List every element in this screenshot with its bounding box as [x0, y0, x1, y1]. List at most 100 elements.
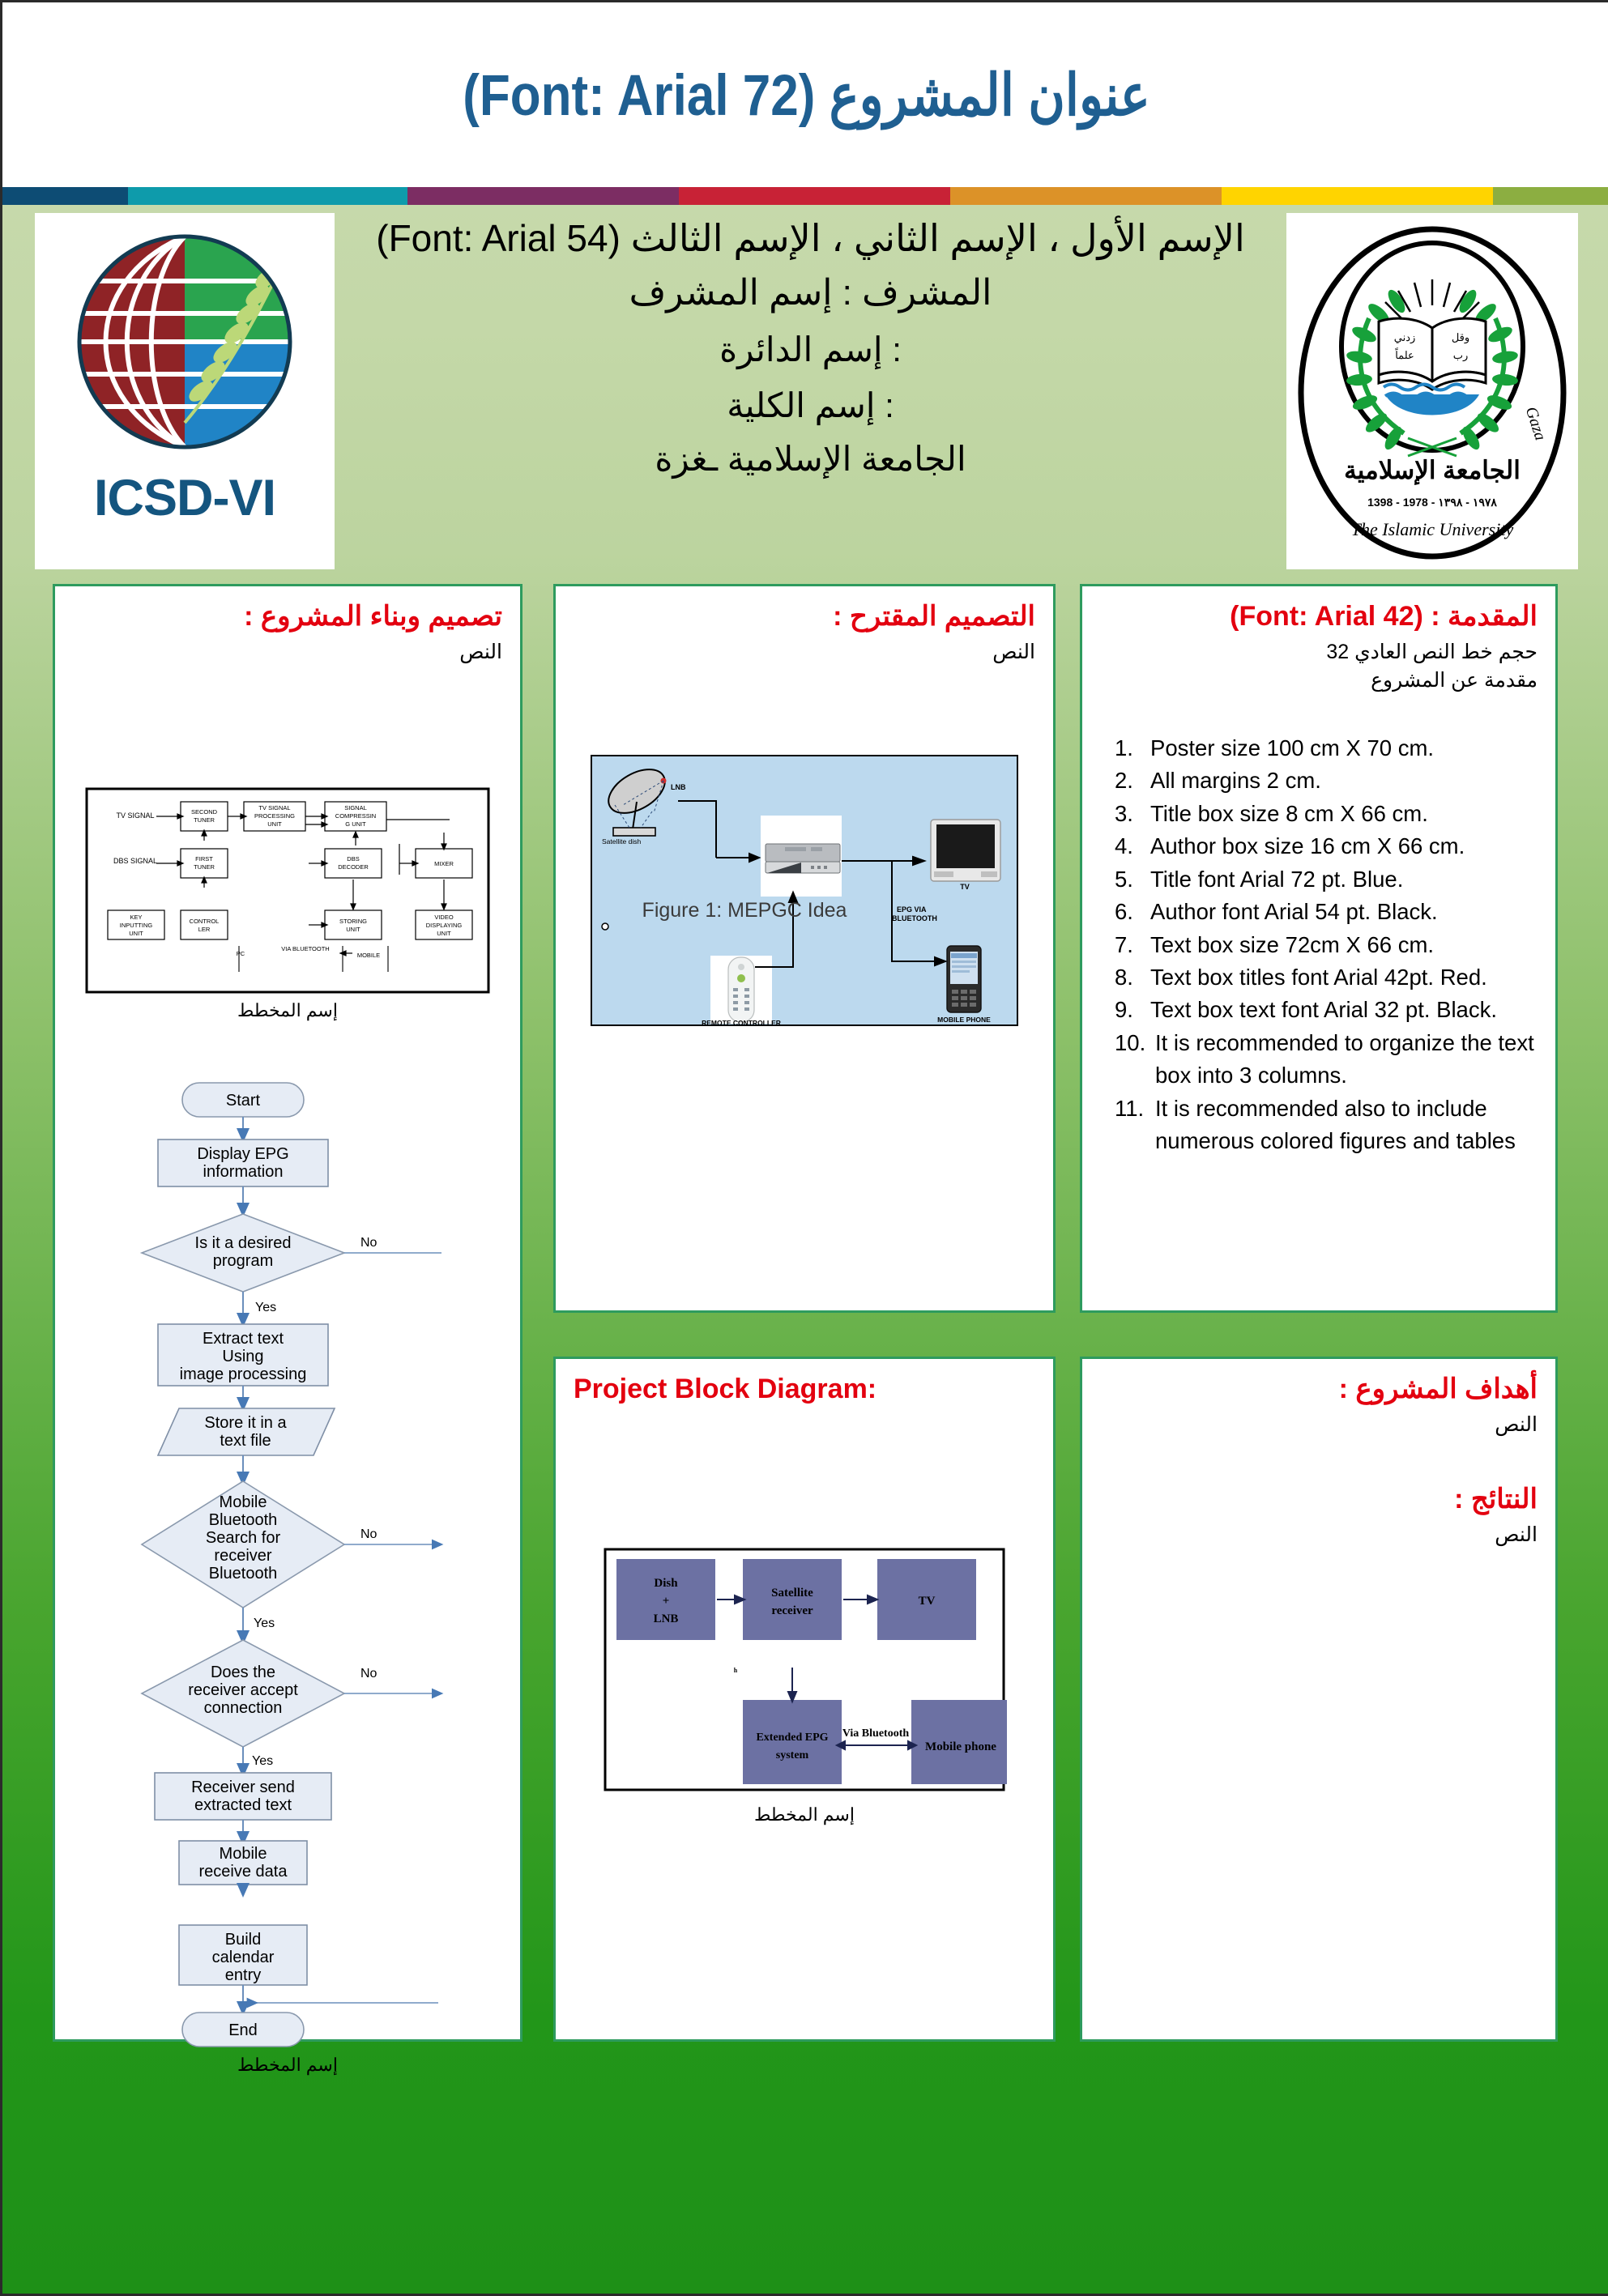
- pb-recv-2: receiver: [771, 1604, 813, 1617]
- spec-number: 3.: [1115, 800, 1133, 826]
- flowchart-caption: إسم المخطط: [237, 2055, 338, 2076]
- spec-item: 6. Author font Arial 54 pt. Black.: [1115, 896, 1538, 928]
- university-seal: وقل رب زدني علماً الجامعة الإسلامية 1398…: [1286, 213, 1578, 569]
- flow-accept-3: connection: [204, 1699, 283, 1717]
- spec-number: 5.: [1115, 866, 1133, 892]
- page-title: عنوان المشروع (Font: Arial 72): [463, 63, 1150, 128]
- spec-number: 7.: [1115, 931, 1133, 957]
- title-band: عنوان المشروع (Font: Arial 72): [2, 2, 1608, 187]
- panel-project-block-diagram: Project Block Diagram: Dish + LNB Satell…: [553, 1357, 1056, 2042]
- spec-text: Author font Arial 54 pt. Black.: [1150, 899, 1438, 925]
- lbl-tv-signal: TV SIGNAL: [116, 811, 154, 820]
- spec-number: 1.: [1115, 735, 1133, 760]
- lbl-second-2: TUNER: [194, 816, 215, 824]
- stripe-segment-olive: [1493, 187, 1608, 205]
- introduction-sub-2: مقدمة عن المشروع: [1371, 669, 1538, 692]
- spec-text: Title font Arial 72 pt. Blue.: [1150, 866, 1404, 892]
- lbl-dbsdec-2: DECODER: [338, 863, 369, 871]
- objectives-title: أهداف المشروع :: [1338, 1374, 1538, 1404]
- flow-extract-3: image processing: [180, 1365, 307, 1383]
- pb-bluetooth: Via Bluetooth: [842, 1727, 910, 1740]
- lbl-comp-2: COMPRESSIN: [335, 812, 376, 820]
- lbl-video-1: VIDEO: [434, 914, 454, 921]
- proposed-design-body: النص: [992, 640, 1035, 663]
- flow-accept-1: Does the: [211, 1663, 275, 1681]
- color-stripe: [2, 187, 1608, 205]
- tv-system-block-diagram: TV SIGNAL SECOND TUNER TV SIGNAL PROCESS…: [85, 787, 490, 994]
- flow-build-1: Build: [225, 1931, 261, 1949]
- flow-no-3: No: [360, 1667, 377, 1680]
- seal-book-text-right: وقل: [1452, 331, 1469, 344]
- spec-item: 11. It is recommended also to include num…: [1115, 1093, 1538, 1158]
- epg-flowchart-tail: Build calendar entry End: [178, 1924, 438, 2048]
- flow-extract-2: Using: [222, 1348, 263, 1365]
- flow-store-2: text file: [220, 1432, 271, 1450]
- pb-epg-1: Extended EPG: [756, 1732, 828, 1744]
- spec-text: Poster size 100 cm X 70 cm.: [1150, 735, 1434, 760]
- spec-item: 4. Author box size 16 cm X 66 cm.: [1115, 830, 1538, 863]
- lbl-ctrl-1: CONTROL: [190, 918, 220, 925]
- seal-book-text-left2: علماً: [1395, 347, 1414, 361]
- spec-text: All margins 2 cm.: [1150, 768, 1321, 794]
- lbl-via-bt: VIA BLUETOOTH: [281, 945, 329, 952]
- spec-number: 4.: [1115, 833, 1133, 859]
- flow-display-2: information: [203, 1163, 284, 1181]
- seal-arabic-university-name: الجامعة الإسلامية: [1344, 456, 1521, 486]
- spec-number: 11.: [1115, 1095, 1145, 1121]
- flow-display-1: Display EPG: [197, 1145, 288, 1163]
- design-build-title: تصميم وبناء المشروع :: [244, 601, 502, 632]
- spec-number: 10.: [1115, 1029, 1146, 1055]
- stripe-segment-orange: [950, 187, 1222, 205]
- project-block-diagram-figure: Dish + LNB Satellite receiver TV Extende…: [604, 1548, 1007, 1791]
- lbl-first-1: FIRST: [195, 855, 213, 863]
- flow-search-3: Search for: [206, 1529, 281, 1547]
- lbl-comp-1: SIGNAL: [344, 804, 367, 811]
- icsd-globe-icon: [77, 234, 292, 449]
- lbl-proc-3: UNIT: [267, 820, 282, 828]
- flow-search-4: receiver: [214, 1547, 271, 1565]
- spec-text: Text box size 72cm X 66 cm.: [1150, 931, 1434, 957]
- flow-receive-2: receive data: [199, 1863, 288, 1881]
- stripe-segment-yellow: [1222, 187, 1493, 205]
- project-block-diagram-caption: إسم المخطط: [754, 1804, 855, 1825]
- flow-desired-1: Is it a desired: [195, 1234, 292, 1252]
- lbl-mixer: MIXER: [434, 860, 454, 867]
- flow-store-1: Store it in a: [204, 1414, 287, 1432]
- lbl-proc-2: PROCESSING: [254, 812, 295, 820]
- lbl-remote-controller: REMOTE CONTROLLER: [702, 1019, 781, 1026]
- lbl-mobile-phone: MOBILE PHONE: [937, 1016, 991, 1024]
- panel-objectives-results: أهداف المشروع : النص النتائج : النص: [1080, 1357, 1558, 2042]
- introduction-sub-1: حجم خط النص العادي 32: [1326, 640, 1538, 663]
- flow-end-label: End: [228, 2021, 258, 2039]
- icsd-logo-label: ICSD-VI: [93, 470, 276, 526]
- spec-text: Text box text font Arial 32 pt. Black.: [1150, 997, 1497, 1023]
- stripe-segment-teal: [128, 187, 407, 205]
- flow-accept-2: receiver accept: [188, 1681, 298, 1699]
- flow-send-1: Receiver send: [191, 1778, 295, 1796]
- pb-dish-2: +: [663, 1595, 670, 1608]
- author-names-line: الإسم الأول ، الإسم الثاني ، الإسم الثال…: [376, 217, 1245, 259]
- flow-build-3: entry: [225, 1966, 261, 1984]
- lbl-key-2: INPUTTING: [120, 922, 153, 929]
- objectives-body: النص: [1495, 1412, 1538, 1436]
- flow-no-2: No: [360, 1527, 377, 1541]
- pb-mobile: Mobile phone: [925, 1740, 996, 1753]
- lbl-video-2: DISPLAYING: [426, 922, 463, 929]
- poster-root: عنوان المشروع (Font: Arial 72) ICSD-VI ا…: [0, 0, 1608, 2296]
- lbl-satellite-dish: Satellite dish: [602, 837, 641, 846]
- lbl-lnb: LNB: [671, 783, 686, 791]
- lbl-mobile: MOBILE: [357, 952, 380, 959]
- lbl-comp-3: G UNIT: [345, 820, 366, 828]
- university-seal-icon: وقل رب زدني علماً الجامعة الإسلامية 1398…: [1298, 226, 1567, 560]
- lbl-epg-via-2: BLUETOOTH: [892, 914, 937, 922]
- spec-text: It is recommended to organize the text b…: [1155, 1029, 1534, 1088]
- pb-dish-1: Dish: [654, 1577, 678, 1590]
- lbl-dbsdec-1: DBS: [347, 855, 359, 863]
- university-line: الجامعة الإسلامية ـغزة: [655, 440, 966, 479]
- spec-item: 9. Text box text font Arial 32 pt. Black.: [1115, 994, 1538, 1026]
- lbl-tv: TV: [960, 883, 970, 891]
- spec-item: 1. Poster size 100 cm X 70 cm.: [1115, 732, 1538, 765]
- spec-item: 3. Title box size 8 cm X 66 cm.: [1115, 798, 1538, 830]
- lbl-pc: PC: [237, 950, 245, 957]
- flow-build-2: calendar: [212, 1949, 275, 1966]
